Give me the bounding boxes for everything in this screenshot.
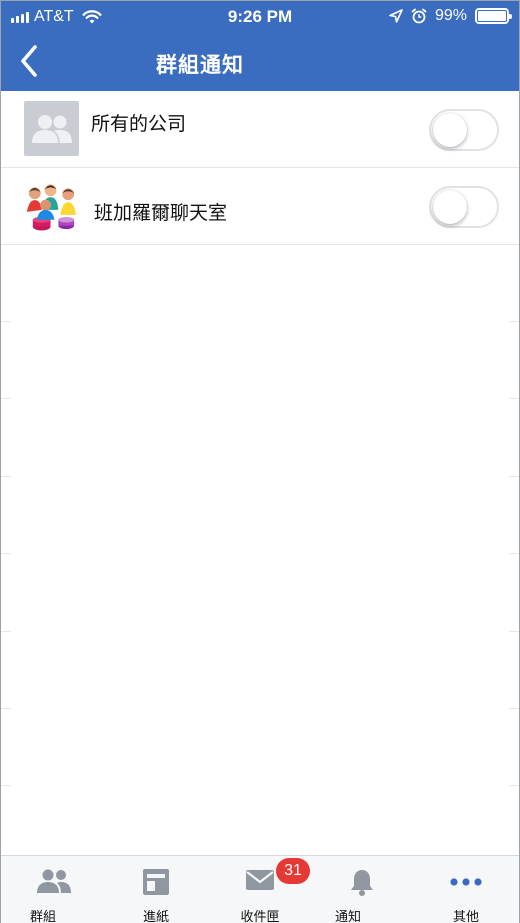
feed-icon [143,869,169,895]
notification-toggle[interactable] [429,186,499,228]
status-bar: AT&T 9:26 PM 99% [1,1,519,33]
alarm-clock-icon [411,8,427,24]
list-item: 所有的公司 [1,91,519,168]
back-button[interactable] [9,41,49,81]
tab-label: 群組 [29,910,56,923]
navigation-header: 群組通知 [1,33,519,91]
tab-label: 其他 [452,910,479,923]
group-notification-list: 所有的公司 班加羅爾聊天室 [1,91,519,245]
toggle-knob [433,190,467,224]
people-icon [37,869,71,893]
tab-notifications[interactable]: 通知 [312,856,412,923]
group-name: 班加羅爾聊天室 [94,202,228,224]
top-bar: AT&T 9:26 PM 99% 群組通知 [1,1,519,91]
page-title: 群組通知 [156,53,244,77]
location-arrow-icon [389,9,403,23]
toggle-knob [433,113,467,147]
bell-icon [351,870,373,896]
more-icon [450,878,482,886]
tab-label: 通知 [334,910,361,923]
list-item: 班加羅爾聊天室 [1,168,519,245]
battery-percent: 99% [434,7,467,24]
chevron-left-icon[interactable] [18,44,40,78]
bottom-tab-bar: 群組 進紙 31 收件匣 通知 其他 [1,855,519,923]
tab-more[interactable]: 其他 [416,856,516,923]
mail-icon [246,870,274,890]
people-placeholder-icon [24,101,79,156]
group-photo-icon [24,178,79,233]
unread-badge: 31 [276,858,310,884]
group-name: 所有的公司 [91,113,187,135]
tab-label: 進紙 [142,910,169,923]
notification-toggle[interactable] [429,109,499,151]
tab-feed[interactable]: 進紙 [106,856,206,923]
tab-groups[interactable]: 群組 [4,856,104,923]
battery-icon [475,8,512,24]
